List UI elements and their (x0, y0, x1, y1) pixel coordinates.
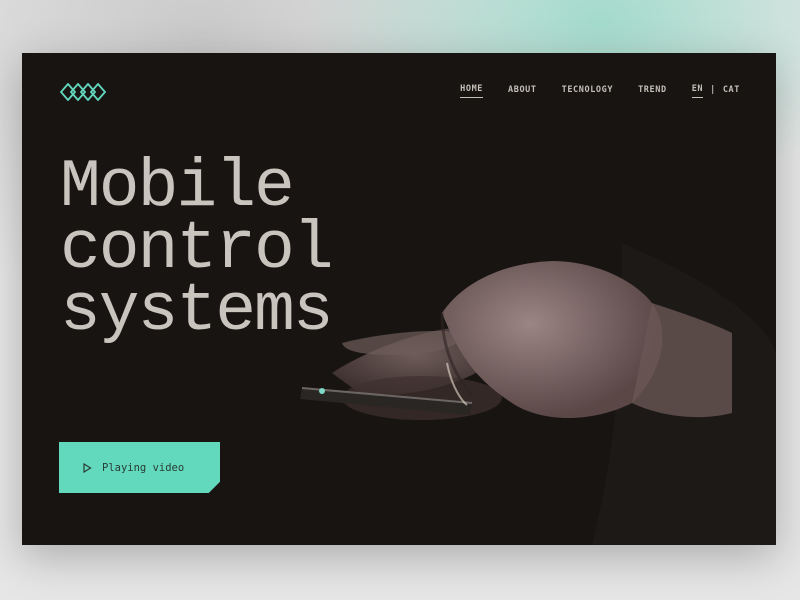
nav-item-home[interactable]: HOME (460, 84, 484, 98)
play-icon (83, 462, 92, 473)
nav-item-trend[interactable]: TREND (638, 85, 667, 98)
hero-photo-hands-phone (292, 133, 776, 545)
linked-diamonds-logo[interactable] (60, 83, 106, 101)
lang-en[interactable]: EN (691, 84, 704, 98)
lang-cat[interactable]: CAT (723, 85, 740, 98)
main-nav: HOME ABOUT TECNOLOGY TREND EN | CAT (435, 84, 740, 98)
language-switcher: EN | CAT (691, 84, 740, 98)
hero-title-line-2: control (60, 211, 334, 288)
website-frame: HOME ABOUT TECNOLOGY TREND EN | CAT Mobi… (22, 53, 776, 545)
hero-title-line-1: Mobile (60, 149, 295, 226)
playing-video-button[interactable]: Playing video (59, 442, 220, 493)
hero-title: Mobile control systems (60, 149, 334, 350)
nav-item-tecnology[interactable]: TECNOLOGY (562, 85, 613, 98)
playing-video-label: Playing video (102, 461, 185, 474)
nav-item-about[interactable]: ABOUT (508, 85, 537, 98)
hero-title-line-3: systems (60, 273, 334, 350)
lang-separator: | (710, 84, 716, 95)
